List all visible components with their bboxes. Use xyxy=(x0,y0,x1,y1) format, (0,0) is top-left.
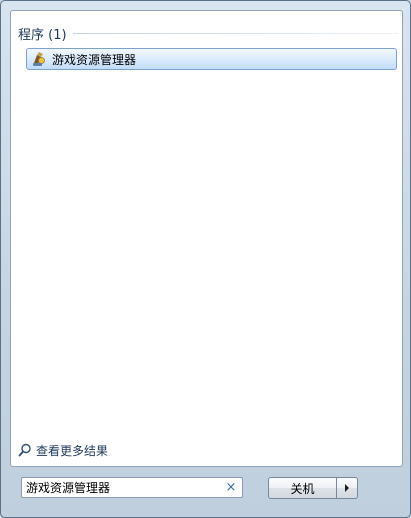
search-results-panel: 程序 (1) 游戏资源管理器 查看更多结果 xyxy=(10,10,403,467)
shutdown-options-button[interactable] xyxy=(336,477,358,499)
search-icon xyxy=(18,443,32,457)
search-box[interactable]: × xyxy=(21,477,243,498)
section-title: 程序 (1) xyxy=(18,27,67,43)
shutdown-button[interactable]: 关机 xyxy=(268,477,336,499)
search-input[interactable] xyxy=(26,479,224,496)
shutdown-group: 关机 xyxy=(268,477,358,499)
result-item-game-explorer[interactable]: 游戏资源管理器 xyxy=(26,48,397,70)
see-more-label: 查看更多结果 xyxy=(36,443,109,458)
see-more-results-link[interactable]: 查看更多结果 xyxy=(18,441,108,459)
result-item-label: 游戏资源管理器 xyxy=(52,52,137,67)
section-divider xyxy=(72,32,398,34)
game-explorer-icon xyxy=(31,51,47,67)
arrow-right-icon xyxy=(345,484,349,492)
clear-icon[interactable]: × xyxy=(224,481,238,495)
programs-section-header: 程序 (1) xyxy=(18,24,398,43)
start-menu-window: 程序 (1) 游戏资源管理器 查看更多结果 游戏资源管理器 × 关机 xyxy=(0,0,411,518)
